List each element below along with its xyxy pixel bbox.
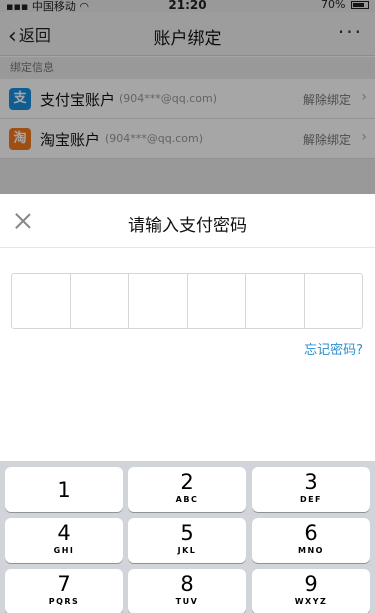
key-1[interactable]: 1 [5, 467, 123, 512]
pin-cell[interactable] [188, 274, 246, 328]
key-2[interactable]: 2 ABC [128, 467, 246, 512]
key-number: 9 [304, 572, 318, 596]
key-number: 6 [304, 521, 318, 545]
key-number: 8 [180, 572, 194, 596]
key-letters: JKL [177, 546, 197, 555]
pin-cell[interactable] [71, 274, 129, 328]
key-letters: DEF [299, 495, 323, 504]
key-7[interactable]: 7 PQRS [5, 569, 123, 613]
key-9[interactable]: 9 WXYZ [252, 569, 370, 613]
divider [0, 247, 375, 248]
key-8[interactable]: 8 TUV [128, 569, 246, 613]
key-letters: PQRS [48, 597, 80, 606]
key-3[interactable]: 3 DEF [252, 467, 370, 512]
key-number: 3 [304, 470, 318, 494]
forgot-password-link[interactable]: 忘记密码? [304, 339, 363, 358]
key-5[interactable]: 5 JKL [128, 518, 246, 563]
key-number: 1 [57, 478, 71, 502]
password-input[interactable] [11, 273, 363, 329]
key-letters: MNO [298, 546, 324, 555]
pin-cell[interactable] [12, 274, 71, 328]
dim-overlay[interactable] [0, 0, 375, 194]
key-number: 7 [57, 572, 71, 596]
key-4[interactable]: 4 GHI [5, 518, 123, 563]
sheet-title: 请输入支付密码 [128, 216, 247, 236]
key-number: 4 [57, 521, 71, 545]
pin-cell[interactable] [129, 274, 188, 328]
key-letters: GHI [53, 546, 75, 555]
key-letters: TUV [175, 597, 199, 606]
numeric-keypad: 1 2 ABC 3 DEF 4 GHI 5 JKL 6 MNO 7 PQRS 8… [0, 461, 375, 613]
pin-cell[interactable] [305, 274, 363, 328]
key-letters: WXYZ [294, 597, 328, 606]
key-number: 2 [180, 470, 194, 494]
payment-password-sheet: 请输入支付密码 忘记密码? [0, 194, 375, 461]
key-letters: ABC [175, 495, 199, 504]
key-6[interactable]: 6 MNO [252, 518, 370, 563]
pin-cell[interactable] [246, 274, 305, 328]
key-number: 5 [180, 521, 194, 545]
